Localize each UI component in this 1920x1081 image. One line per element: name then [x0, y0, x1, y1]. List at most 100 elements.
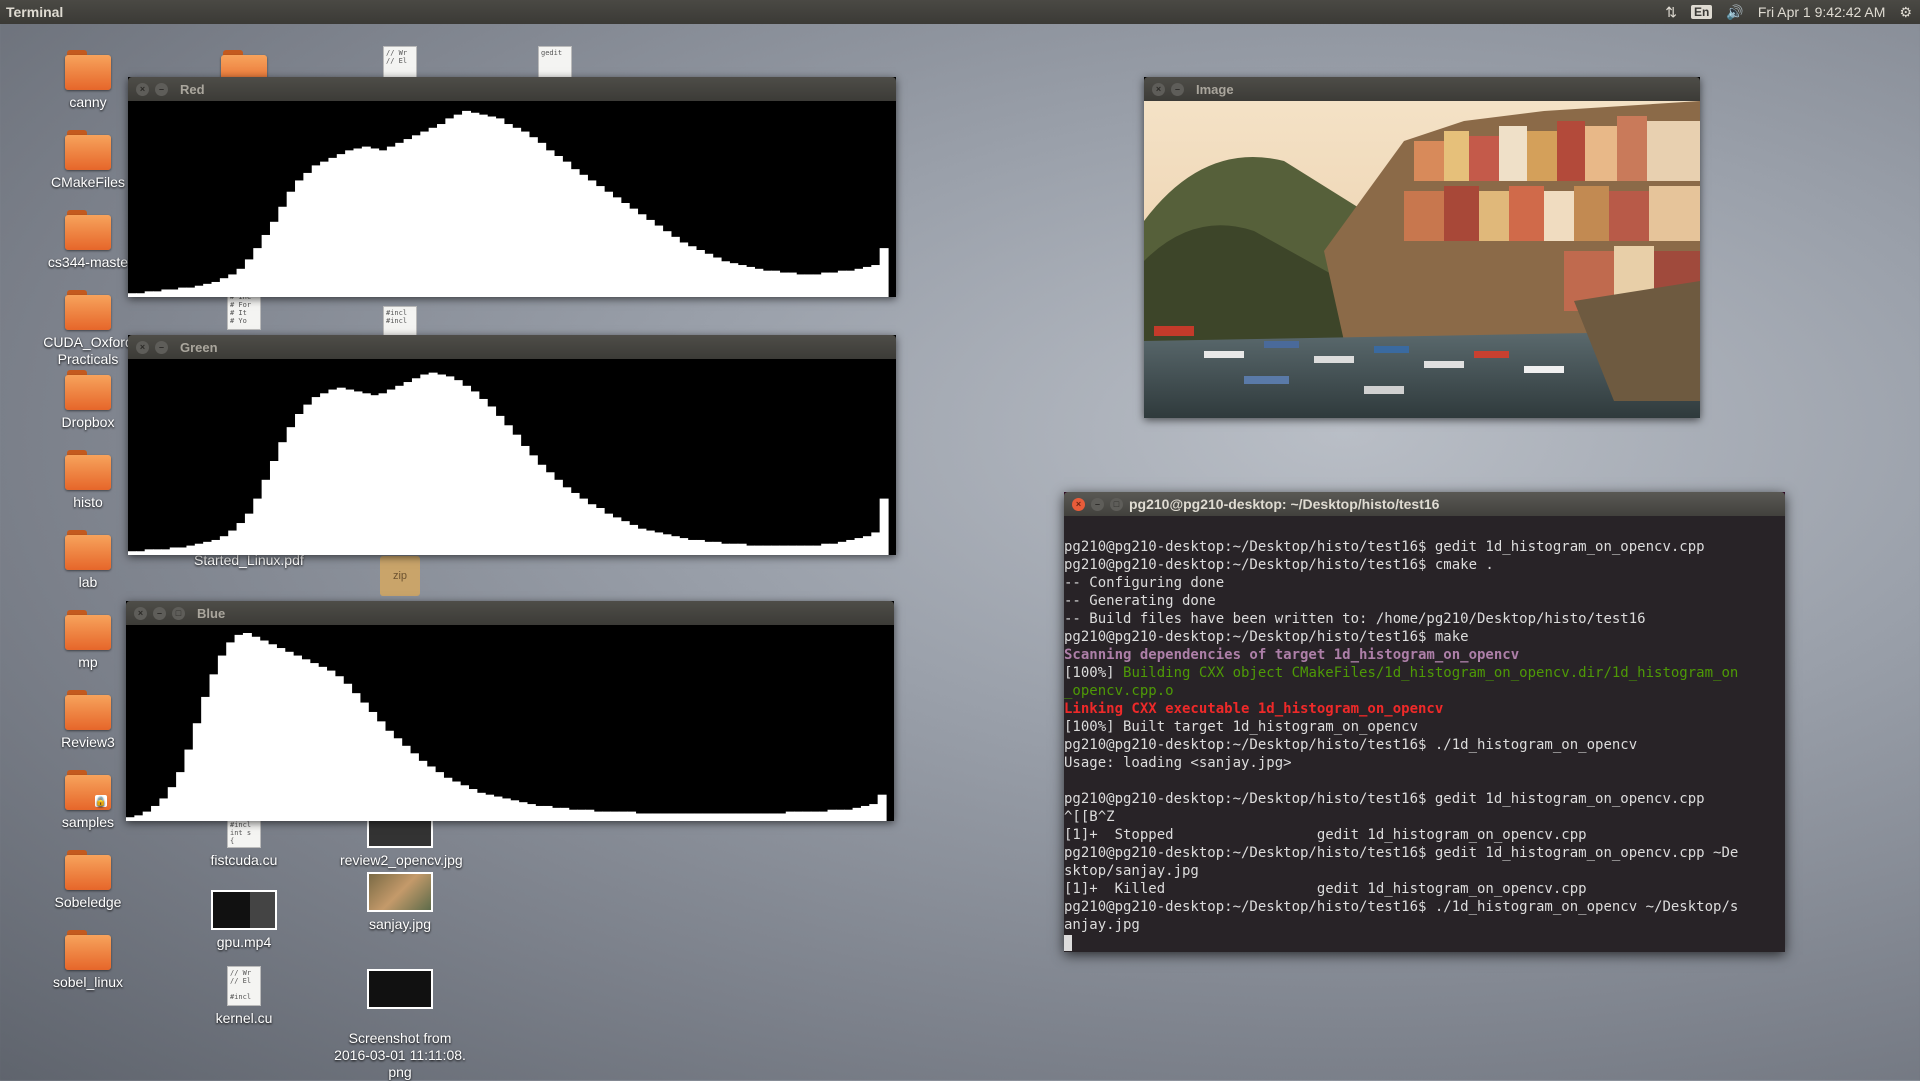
text-cursor	[1064, 935, 1072, 951]
close-icon[interactable]: ×	[1152, 82, 1165, 96]
histogram-bin	[228, 274, 238, 297]
histogram-bin	[510, 800, 520, 821]
photo-riomaggiore	[1144, 101, 1700, 418]
lock-icon: 🔒	[95, 795, 107, 807]
histogram-bin	[144, 291, 154, 297]
histogram-bin	[169, 547, 179, 555]
histogram-bin	[512, 434, 522, 555]
histogram-bin	[752, 813, 762, 821]
maximize-icon[interactable]: □	[1110, 497, 1123, 511]
terminal-line: pg210@pg210-desktop:~/Desktop/histo/test…	[1064, 845, 1739, 861]
desktop-file-fistcuda[interactable]: #incl int s { fistcuda.cu	[194, 818, 294, 869]
histogram-bin	[837, 541, 847, 555]
terminal-cursor-line[interactable]	[1064, 934, 1785, 952]
histogram-bin	[687, 246, 697, 297]
desktop-folder-dropbox[interactable]: Dropbox	[38, 370, 138, 431]
minimize-icon[interactable]: –	[1091, 497, 1104, 511]
image-window[interactable]: × – Image	[1144, 77, 1700, 418]
histogram-bin	[470, 391, 480, 555]
histogram-bin	[144, 549, 154, 555]
desktop-folder-histo[interactable]: histo	[38, 450, 138, 511]
desktop-folder-sobel_linux[interactable]: sobel_linux	[38, 930, 138, 991]
window-titlebar[interactable]: × – Image	[1144, 77, 1700, 101]
desktop-folder-cmakefiles[interactable]: CMakeFiles	[38, 130, 138, 191]
histogram-bin	[854, 268, 864, 297]
desktop-file-screenshot[interactable]: Screenshot from 2016-03-01 11:11:08. png	[325, 952, 475, 1081]
histogram-bin	[777, 813, 787, 821]
maximize-icon[interactable]: □	[172, 606, 185, 620]
clock[interactable]: Fri Apr 1 9:42:42 AM	[1758, 4, 1886, 20]
desktop-file-kernel[interactable]: // Wr // El #incl kernel.cu	[194, 966, 294, 1027]
desktop-file-gpu-mp4[interactable]: gpu.mp4	[194, 890, 294, 951]
blue-histogram-window[interactable]: × – □ Blue	[126, 601, 894, 821]
window-titlebar[interactable]: × – Red	[128, 77, 896, 101]
close-icon[interactable]: ×	[136, 340, 149, 354]
keyboard-layout-indicator[interactable]: En	[1691, 5, 1713, 19]
histogram-bin	[869, 804, 879, 821]
histogram-bin	[443, 777, 453, 821]
desktop-folder-review3[interactable]: Review3	[38, 690, 138, 751]
histogram-bin	[846, 270, 856, 297]
histogram-bin	[578, 174, 588, 297]
histogram-bin	[844, 809, 854, 821]
minimize-icon[interactable]: –	[155, 82, 168, 96]
histogram-bin	[821, 272, 831, 297]
green-histogram-window[interactable]: × – Green	[128, 335, 896, 555]
desktop-file-review2[interactable]: review2_opencv.jpg	[340, 818, 463, 869]
desktop-file-sanjay[interactable]: sanjay.jpg	[350, 872, 450, 933]
histogram-bin	[520, 445, 530, 555]
terminal-window[interactable]: × – □ pg210@pg210-desktop: ~/Desktop/his…	[1064, 492, 1785, 952]
gear-icon[interactable]: ⚙	[1899, 4, 1912, 21]
histogram-bin	[203, 283, 213, 297]
close-icon[interactable]: ×	[1072, 497, 1085, 511]
desktop-folder-cs344-maste[interactable]: cs344-maste	[38, 210, 138, 271]
folder-label: lab	[78, 574, 98, 590]
close-icon[interactable]: ×	[136, 82, 149, 96]
window-titlebar[interactable]: × – □ Blue	[126, 601, 894, 625]
histogram-bin	[403, 139, 413, 297]
minimize-icon[interactable]: –	[153, 606, 166, 620]
histogram-bin	[562, 161, 572, 297]
histogram-bin	[493, 796, 503, 821]
histogram-bin	[794, 811, 804, 821]
terminal-output[interactable]: pg210@pg210-desktop:~/Desktop/histo/test…	[1064, 516, 1785, 952]
histogram-bin	[862, 536, 872, 555]
desktop-folder-sobeledge[interactable]: Sobeledge	[38, 850, 138, 911]
histogram-bin	[710, 813, 720, 821]
histogram-bin	[846, 539, 856, 555]
histogram-bin	[771, 545, 781, 555]
desktop-folder-samples[interactable]: 🔒 samples	[38, 770, 138, 831]
desktop-folder-lab[interactable]: lab	[38, 530, 138, 591]
histogram-bin	[203, 541, 213, 555]
window-titlebar[interactable]: × – Green	[128, 335, 896, 359]
histogram-bin	[284, 651, 294, 821]
histogram-bin	[328, 389, 338, 555]
window-title: Red	[180, 81, 205, 97]
histogram-bin	[501, 798, 511, 821]
histogram-bin	[420, 131, 430, 297]
histogram-bin	[462, 110, 472, 297]
histogram-bin	[854, 538, 864, 555]
folder-icon	[65, 50, 111, 90]
desktop-folder-canny[interactable]: canny	[38, 50, 138, 111]
folder-icon	[65, 210, 111, 250]
histogram-bin	[503, 124, 513, 297]
close-icon[interactable]: ×	[134, 606, 147, 620]
network-icon[interactable]: ⇅	[1665, 4, 1677, 21]
volume-icon[interactable]: 🔊	[1726, 4, 1743, 21]
window-titlebar[interactable]: × – □ pg210@pg210-desktop: ~/Desktop/his…	[1064, 492, 1785, 516]
terminal-line: anjay.jpg	[1064, 917, 1140, 933]
desktop-file-zip[interactable]: zip	[350, 556, 450, 600]
minimize-icon[interactable]: –	[155, 340, 168, 354]
desktop-folder-cuda_oxford[interactable]: CUDA_Oxford Practicals	[38, 290, 138, 368]
red-histogram-window[interactable]: × – Red	[128, 77, 896, 297]
histogram-bin	[568, 809, 578, 821]
histogram-bin	[635, 813, 645, 821]
terminal-line: [100%] Building CXX object CMakeFiles/1d…	[1064, 665, 1739, 681]
histogram-bin	[712, 541, 722, 555]
histogram-bin	[186, 545, 196, 555]
desktop-folder-mp[interactable]: mp	[38, 610, 138, 671]
minimize-icon[interactable]: –	[1171, 82, 1184, 96]
histogram-bin	[827, 809, 837, 821]
histogram-bin	[128, 293, 137, 297]
